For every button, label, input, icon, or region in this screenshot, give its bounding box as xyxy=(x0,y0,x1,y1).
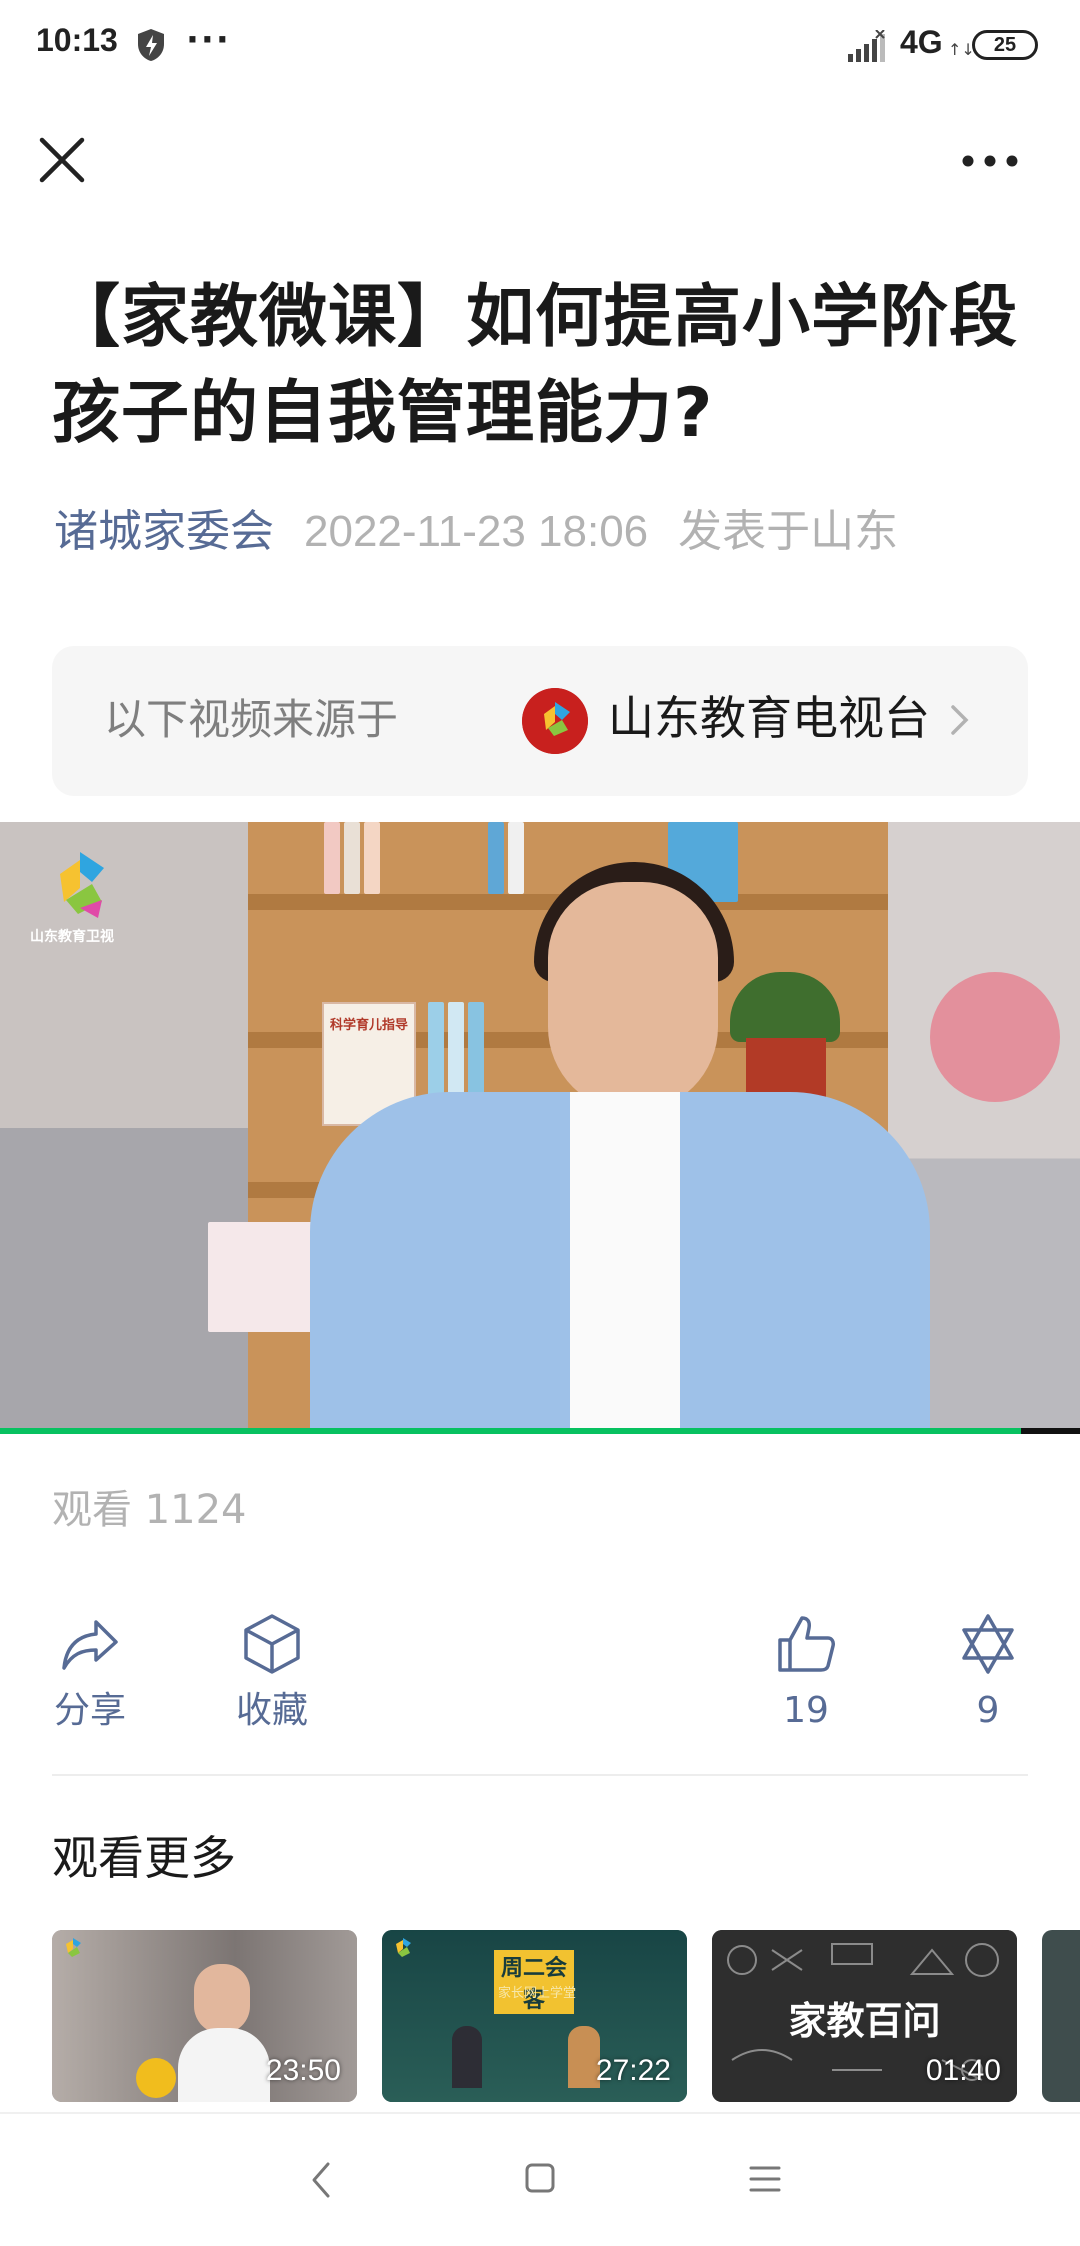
thumb-title: 家教百问 xyxy=(788,1999,941,2043)
book xyxy=(508,822,524,894)
book xyxy=(324,822,340,894)
video-watermark-text: 山东教育卫视 xyxy=(30,929,114,945)
presenter-face xyxy=(548,882,718,1112)
video-source-label: 以下视频来源于 xyxy=(104,695,399,744)
video-scene-wall xyxy=(0,822,250,1434)
favorite-label: 收藏 xyxy=(235,1690,308,1731)
thumb-banner-sub: 家长网上学堂 xyxy=(497,1986,576,2001)
like-count: 19 xyxy=(783,1690,829,1731)
divider xyxy=(52,1774,1028,1776)
shield-icon xyxy=(138,29,164,61)
publish-location: 发表于山东 xyxy=(678,506,899,557)
watch-more-heading: 观看更多 xyxy=(52,1831,236,1885)
video-duration: 23:50 xyxy=(265,2054,341,2087)
book xyxy=(488,822,504,894)
related-video-2[interactable]: 周二会客 家长网上学堂 27:22 xyxy=(382,1930,687,2102)
recents-menu-icon[interactable] xyxy=(748,2162,782,2196)
wow-button[interactable]: 9 xyxy=(928,1612,1048,1742)
presenter-shirt xyxy=(570,1092,680,1434)
share-button[interactable]: 分享 xyxy=(30,1612,150,1742)
thumb-presenter-face xyxy=(194,1964,250,2034)
video-player[interactable]: 科学育儿指导 山东教育卫视 xyxy=(0,822,1080,1434)
book-cover-title: 科学育儿指导 xyxy=(329,1018,408,1033)
thumb-presenter-body xyxy=(178,2028,270,2102)
thumbs-up-icon xyxy=(778,1616,835,1672)
status-more-dots: ··· xyxy=(186,20,231,60)
favorite-button[interactable]: 收藏 xyxy=(212,1612,332,1742)
thumb-logo-icon xyxy=(66,1938,81,1957)
video-progress-bar[interactable] xyxy=(0,1428,1080,1434)
view-count: 观看 1124 xyxy=(52,1487,247,1533)
related-video-4-peek[interactable] xyxy=(1042,1930,1080,2102)
share-icon xyxy=(62,1620,118,1670)
channel-logo-icon xyxy=(522,688,588,754)
author-link[interactable]: 诸城家委会 xyxy=(54,506,274,557)
related-video-3[interactable]: 家教百问 01:40 xyxy=(712,1930,1017,2102)
video-scene-wall-decal xyxy=(930,972,1060,1102)
status-time: 10:13 xyxy=(36,22,118,58)
book xyxy=(364,822,380,894)
like-button[interactable]: 19 xyxy=(746,1612,866,1742)
network-activity-icon: ↑↓ xyxy=(948,40,975,59)
article-meta: 诸城家委会 2022-11-23 18:06 发表于山东 xyxy=(54,502,898,562)
book xyxy=(208,1222,318,1332)
more-options-icon[interactable] xyxy=(956,136,1024,186)
star-of-david-icon xyxy=(962,1614,1014,1674)
related-video-1[interactable]: 23:50 xyxy=(52,1930,357,2102)
close-icon[interactable] xyxy=(32,130,92,190)
video-source-channel[interactable]: 山东教育电视台 xyxy=(608,686,930,750)
thumb-flowers xyxy=(136,2058,176,2098)
video-duration: 27:22 xyxy=(595,2054,671,2087)
video-watermark-logo-icon xyxy=(60,852,104,918)
share-label: 分享 xyxy=(53,1690,126,1731)
thumb-guest xyxy=(452,2026,482,2088)
publish-date: 2022-11-23 18:06 xyxy=(304,507,649,556)
cube-icon xyxy=(244,1614,300,1674)
back-icon[interactable] xyxy=(306,2158,336,2202)
battery-indicator: 25 xyxy=(972,30,1038,60)
thumb-logo-icon xyxy=(396,1938,411,1957)
article-title: 【家教微课】如何提高小学阶段孩子的自我管理能力? xyxy=(52,278,1019,453)
home-icon[interactable] xyxy=(524,2162,556,2194)
chevron-right-icon xyxy=(951,705,969,735)
video-duration: 01:40 xyxy=(925,2054,1001,2087)
video-progress-fill xyxy=(0,1428,1021,1434)
wow-count: 9 xyxy=(976,1690,1000,1731)
book xyxy=(344,822,360,894)
signal-icon xyxy=(848,30,885,62)
network-type: 4G xyxy=(900,24,943,60)
